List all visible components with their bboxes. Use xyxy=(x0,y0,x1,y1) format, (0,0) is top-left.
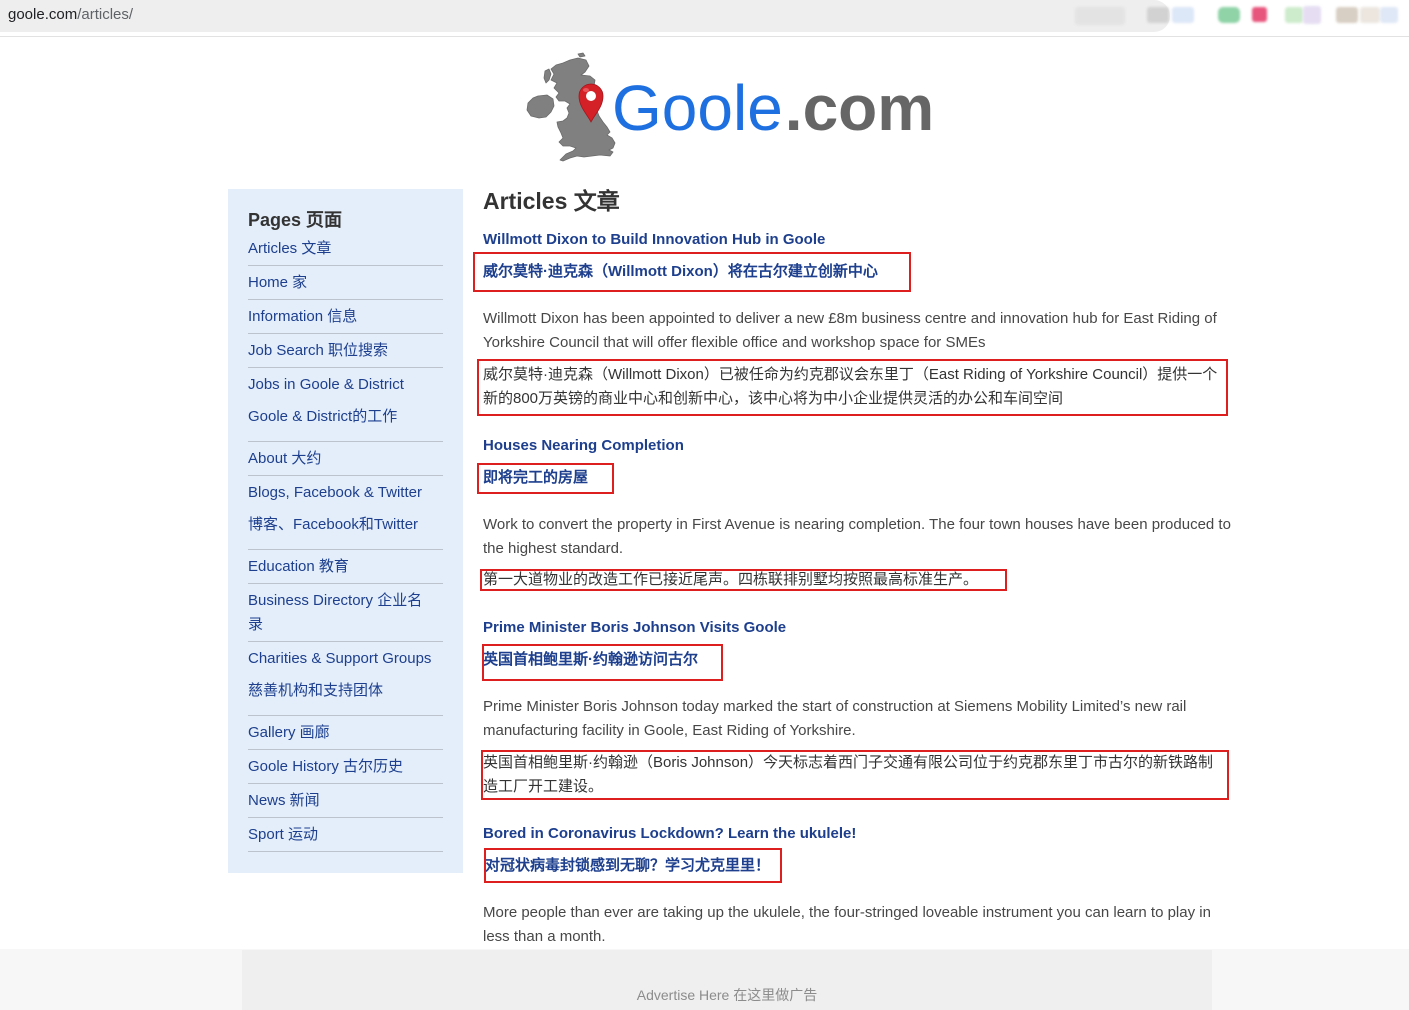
article-title-translation: 即将完工的房屋 xyxy=(483,469,589,486)
sidebar-item-sport[interactable]: Sport 运动 xyxy=(248,818,443,852)
sidebar-item-gallery[interactable]: Gallery 画廊 xyxy=(248,716,443,750)
sidebar-link-translation[interactable]: 慈善机构和支持团体 xyxy=(248,679,443,703)
extension-icon[interactable] xyxy=(1147,7,1169,23)
sidebar-item-charities[interactable]: Charities & Support Groups 慈善机构和支持团体 xyxy=(248,642,443,716)
sidebar-link-label[interactable]: Home 家 xyxy=(248,271,443,295)
sidebar: Pages 页面 Articles 文章 Home 家 Information … xyxy=(228,189,463,873)
extension-icon[interactable] xyxy=(1380,7,1398,23)
sidebar-item-business-directory[interactable]: Business Directory 企业名录 xyxy=(248,584,443,642)
sidebar-link-label[interactable]: Sport 运动 xyxy=(248,823,443,847)
article-title-translation: 对冠状病毒封锁感到无聊？学习尤克里里！ xyxy=(485,857,771,874)
sidebar-link-translation[interactable]: Goole & District的工作 xyxy=(248,405,443,429)
sidebar-link-label[interactable]: Goole History 古尔历史 xyxy=(248,755,443,779)
sidebar-link-label[interactable]: Education 教育 xyxy=(248,555,443,579)
sidebar-link-label[interactable]: Business Directory 企业名录 xyxy=(248,589,430,637)
sidebar-link-label[interactable]: About 大约 xyxy=(248,447,443,471)
sidebar-link-label[interactable]: Articles 文章 xyxy=(248,237,443,261)
extension-icon[interactable] xyxy=(1360,7,1380,23)
article-summary-translation: 威尔莫特·迪克森（Willmott Dixon）已被任命为约克郡议会东里丁（Ea… xyxy=(483,366,1218,407)
sidebar-link-label[interactable]: Gallery 画廊 xyxy=(248,721,443,745)
sidebar-item-blogs[interactable]: Blogs, Facebook & Twitter 博客、Facebook和Twi… xyxy=(248,476,443,550)
sidebar-link-label[interactable]: Jobs in Goole & District xyxy=(248,373,443,397)
article-summary-translation: 英国首相鲍里斯·约翰逊（Boris Johnson）今天标志着西门子交通有限公司… xyxy=(483,754,1214,795)
sidebar-link-label[interactable]: Job Search 职位搜索 xyxy=(248,339,443,363)
sidebar-item-job-search[interactable]: Job Search 职位搜索 xyxy=(248,334,443,368)
article-summary: Work to convert the property in First Av… xyxy=(483,516,1231,557)
extension-icon[interactable] xyxy=(1252,7,1267,22)
extension-icon[interactable] xyxy=(1172,7,1194,23)
sidebar-link-label[interactable]: Charities & Support Groups xyxy=(248,647,443,671)
toolbar-divider xyxy=(0,36,1409,37)
page-title: Articles 文章 xyxy=(483,188,620,214)
sidebar-item-jobs-in-goole[interactable]: Jobs in Goole & District Goole & District… xyxy=(248,368,443,442)
article-title-link[interactable]: Bored in Coronavirus Lockdown? Learn the… xyxy=(483,822,856,846)
logo-name: Goole xyxy=(612,72,783,144)
extension-icon[interactable] xyxy=(1303,6,1321,24)
sidebar-link-label[interactable]: News 新闻 xyxy=(248,789,443,813)
sidebar-link-label[interactable]: Information 信息 xyxy=(248,305,443,329)
sidebar-link-translation[interactable]: 博客、Facebook和Twitter xyxy=(248,513,443,537)
sidebar-heading: Pages 页面 xyxy=(248,210,343,230)
sidebar-item-home[interactable]: Home 家 xyxy=(248,266,443,300)
article-summary: More people than ever are taking up the … xyxy=(483,904,1211,945)
address-bar[interactable]: goole.com/articles/ xyxy=(0,0,1170,32)
ad-label: Advertise Here 在这里做广告 xyxy=(636,987,818,1003)
article-title-translation: 威尔莫特·迪克森（Willmott Dixon）将在古尔建立创新中心 xyxy=(483,263,878,280)
article-title-link[interactable]: Prime Minister Boris Johnson Visits Gool… xyxy=(483,616,786,640)
ad-banner[interactable]: Advertise Here 在这里做广告 xyxy=(242,950,1212,1010)
logo-tld: .com xyxy=(784,72,935,144)
logo-wordmark: Goole.com xyxy=(612,76,934,140)
sidebar-item-goole-history[interactable]: Goole History 古尔历史 xyxy=(248,750,443,784)
sidebar-item-about[interactable]: About 大约 xyxy=(248,442,443,476)
sidebar-item-education[interactable]: Education 教育 xyxy=(248,550,443,584)
article-title-translation: 英国首相鲍里斯·约翰逊访问古尔 xyxy=(483,651,698,668)
extension-icon[interactable] xyxy=(1218,7,1240,23)
article-summary: Willmott Dixon has been appointed to del… xyxy=(483,310,1217,351)
sidebar-link-label[interactable]: Blogs, Facebook & Twitter xyxy=(248,481,443,505)
browser-toolbar: goole.com/articles/ xyxy=(0,0,1409,33)
sidebar-item-information[interactable]: Information 信息 xyxy=(248,300,443,334)
sidebar-item-news[interactable]: News 新闻 xyxy=(248,784,443,818)
extension-icon[interactable] xyxy=(1075,7,1125,25)
article-title-link[interactable]: Willmott Dixon to Build Innovation Hub i… xyxy=(483,228,825,252)
url-host: goole.com xyxy=(8,6,78,23)
article-summary: Prime Minister Boris Johnson today marke… xyxy=(483,698,1187,739)
article-title-link[interactable]: Houses Nearing Completion xyxy=(483,434,684,458)
extension-icon[interactable] xyxy=(1336,7,1358,23)
extension-icon[interactable] xyxy=(1285,7,1303,23)
url-path: /articles/ xyxy=(77,6,134,23)
uk-map-icon xyxy=(526,52,616,162)
sidebar-item-articles[interactable]: Articles 文章 xyxy=(248,232,443,266)
article-summary-translation: 第一大道物业的改造工作已接近尾声。四栋联排别墅均按照最高标准生产。 xyxy=(483,571,979,588)
